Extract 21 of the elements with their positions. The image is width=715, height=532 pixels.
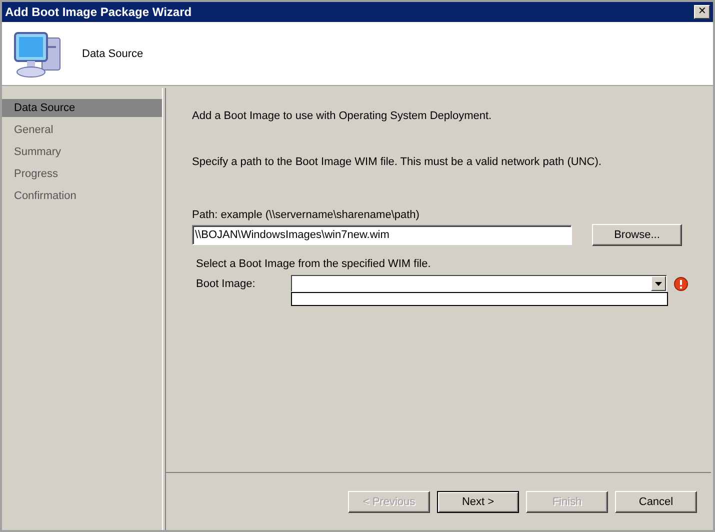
dropdown-button[interactable] bbox=[651, 276, 666, 291]
browse-button[interactable]: Browse... bbox=[592, 224, 682, 246]
boot-image-dropdown[interactable] bbox=[291, 275, 667, 292]
sidebar-item[interactable]: Progress bbox=[2, 165, 162, 183]
wizard-button[interactable]: Next > bbox=[437, 490, 519, 512]
boot-image-list[interactable] bbox=[291, 292, 668, 306]
page-title: Data Source bbox=[82, 48, 144, 60]
wizard-button[interactable]: Cancel bbox=[615, 490, 697, 512]
sidebar-item[interactable]: Confirmation bbox=[2, 187, 162, 205]
sidebar-item[interactable]: Data Source bbox=[2, 99, 162, 117]
select-text: Select a Boot Image from the specified WIM file. bbox=[196, 258, 432, 270]
instruction-text: Specify a path to the Boot Image WIM file. This must be a valid network path (UNC). bbox=[192, 156, 602, 168]
boot-image-label: Boot Image: bbox=[196, 278, 256, 290]
caret-icon bbox=[655, 282, 662, 286]
intro-text: Add a Boot Image to use with Operating System Deployment. bbox=[192, 110, 493, 122]
sidebar-item[interactable]: Summary bbox=[2, 143, 162, 161]
path-label: Path: example (\\servername\sharename\path) bbox=[192, 209, 420, 221]
sidebar-item[interactable]: General bbox=[2, 121, 162, 139]
path-field[interactable]: \\BOJAN\WindowsImages\win7new.wim bbox=[192, 225, 572, 245]
close-button[interactable]: ✕ bbox=[694, 5, 710, 19]
window-title: Add Boot Image Package Wizard bbox=[5, 5, 192, 19]
